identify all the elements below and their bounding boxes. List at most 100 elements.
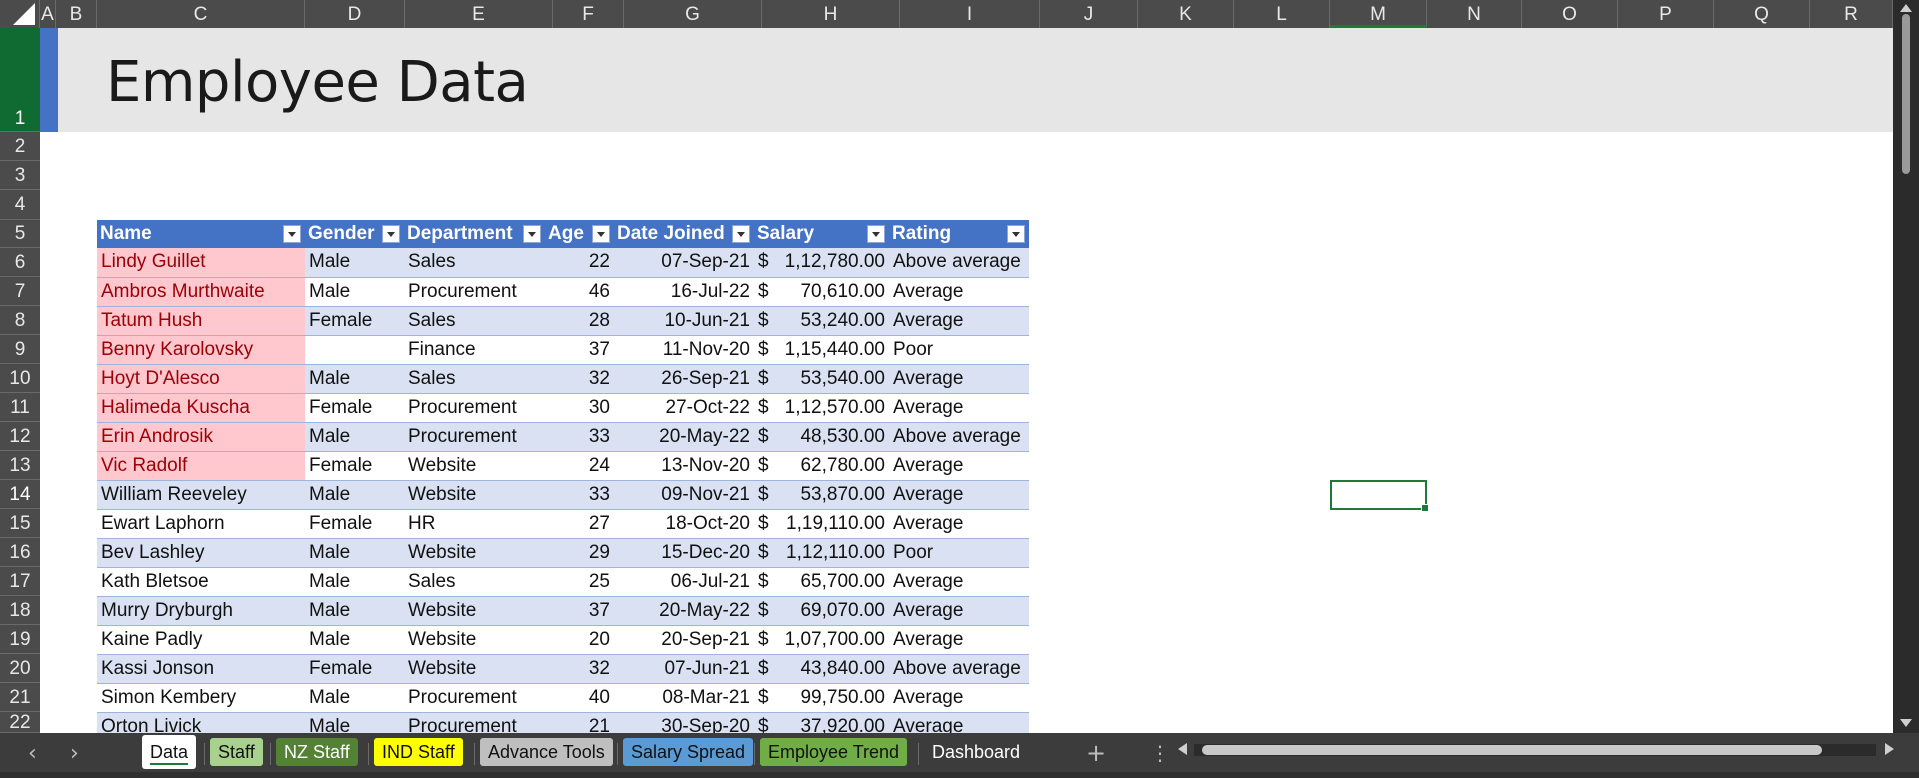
cell-department[interactable]: Sales bbox=[404, 248, 545, 278]
cell-gender[interactable]: Female bbox=[305, 509, 404, 539]
cell-gender[interactable]: Male bbox=[305, 538, 404, 568]
cell-gender[interactable]: Female bbox=[305, 451, 404, 481]
sheet-tab-dashboard[interactable]: Dashboard bbox=[924, 738, 1029, 766]
cell-date-joined[interactable]: 16-Jul-22 bbox=[614, 277, 754, 307]
row-header-7[interactable]: 7 bbox=[0, 277, 40, 306]
row-header-21[interactable]: 21 bbox=[0, 683, 40, 712]
cell-date-joined[interactable]: 15-Dec-20 bbox=[614, 538, 754, 568]
cell-salary[interactable]: $53,240.00 bbox=[754, 306, 889, 336]
filter-dropdown-icon[interactable] bbox=[732, 225, 750, 243]
column-header-f[interactable]: F bbox=[553, 0, 624, 28]
cell-department[interactable]: Website bbox=[404, 625, 545, 655]
header-rating[interactable]: Rating bbox=[889, 220, 1029, 248]
row-header-5[interactable]: 5 bbox=[0, 220, 40, 248]
cell-gender[interactable]: Male bbox=[305, 364, 404, 394]
scroll-up-arrow-icon[interactable] bbox=[1900, 4, 1912, 12]
cell-date-joined[interactable]: 09-Nov-21 bbox=[614, 480, 754, 510]
column-header-d[interactable]: D bbox=[305, 0, 405, 28]
cell-gender[interactable]: Male bbox=[305, 683, 404, 713]
cell-department[interactable]: Website bbox=[404, 596, 545, 626]
column-header-b[interactable]: B bbox=[56, 0, 97, 28]
row-header-13[interactable]: 13 bbox=[0, 451, 40, 480]
cell-salary[interactable]: $1,07,700.00 bbox=[754, 625, 889, 655]
sheet-tab-salary-spread[interactable]: Salary Spread bbox=[623, 738, 754, 766]
cell-age[interactable]: 37 bbox=[545, 335, 614, 365]
column-header-q[interactable]: Q bbox=[1714, 0, 1810, 28]
cell-department[interactable]: HR bbox=[404, 509, 545, 539]
add-sheet-icon[interactable]: + bbox=[1086, 739, 1106, 767]
header-age[interactable]: Age bbox=[545, 220, 614, 248]
column-header-p[interactable]: P bbox=[1618, 0, 1714, 28]
cell-gender[interactable]: Male bbox=[305, 480, 404, 510]
cell-department[interactable]: Website bbox=[404, 480, 545, 510]
column-header-m[interactable]: M bbox=[1330, 0, 1427, 28]
cell-salary[interactable]: $53,540.00 bbox=[754, 364, 889, 394]
cell-name[interactable]: Lindy Guillet bbox=[97, 248, 305, 278]
cell-gender[interactable]: Male bbox=[305, 625, 404, 655]
column-header-r[interactable]: R bbox=[1810, 0, 1893, 28]
cell-rating[interactable]: Average bbox=[889, 625, 1029, 655]
cell-date-joined[interactable]: 20-May-22 bbox=[614, 596, 754, 626]
column-header-g[interactable]: G bbox=[624, 0, 762, 28]
cell-salary[interactable]: $65,700.00 bbox=[754, 567, 889, 597]
cell-rating[interactable]: Average bbox=[889, 306, 1029, 336]
cell-date-joined[interactable]: 20-May-22 bbox=[614, 422, 754, 452]
row-header-11[interactable]: 11 bbox=[0, 393, 40, 422]
filter-dropdown-icon[interactable] bbox=[382, 225, 400, 243]
cell-rating[interactable]: Above average bbox=[889, 248, 1029, 278]
fill-handle[interactable] bbox=[1421, 504, 1429, 512]
row-header-19[interactable]: 19 bbox=[0, 625, 40, 654]
more-options-icon[interactable]: ⋮ bbox=[1150, 741, 1170, 765]
row-header-12[interactable]: 12 bbox=[0, 422, 40, 451]
cell-salary[interactable]: $1,12,110.00 bbox=[754, 538, 889, 568]
cell-salary[interactable]: $69,070.00 bbox=[754, 596, 889, 626]
cell-age[interactable]: 33 bbox=[545, 422, 614, 452]
prev-sheet-icon[interactable]: ‹ bbox=[28, 741, 37, 766]
cell-name[interactable]: Ewart Laphorn bbox=[97, 509, 305, 539]
cell-date-joined[interactable]: 08-Mar-21 bbox=[614, 683, 754, 713]
cell-rating[interactable]: Average bbox=[889, 683, 1029, 713]
header-name[interactable]: Name bbox=[97, 220, 305, 248]
row-header-14[interactable]: 14 bbox=[0, 480, 40, 509]
horizontal-scrollbar[interactable] bbox=[1176, 740, 1896, 760]
cell-salary[interactable]: $43,840.00 bbox=[754, 654, 889, 684]
cell-rating[interactable]: Above average bbox=[889, 422, 1029, 452]
cell-gender[interactable]: Male bbox=[305, 277, 404, 307]
column-header-i[interactable]: I bbox=[900, 0, 1040, 28]
cell-department[interactable]: Sales bbox=[404, 567, 545, 597]
cell-date-joined[interactable]: 20-Sep-21 bbox=[614, 625, 754, 655]
cell-date-joined[interactable]: 07-Jun-21 bbox=[614, 654, 754, 684]
cell-salary[interactable]: $99,750.00 bbox=[754, 683, 889, 713]
row-header-16[interactable]: 16 bbox=[0, 538, 40, 567]
row-header-18[interactable]: 18 bbox=[0, 596, 40, 625]
cell-date-joined[interactable]: 27-Oct-22 bbox=[614, 393, 754, 423]
column-header-o[interactable]: O bbox=[1522, 0, 1618, 28]
sheet-tab-advance-tools[interactable]: Advance Tools bbox=[480, 738, 613, 766]
cell-name[interactable]: Kassi Jonson bbox=[97, 654, 305, 684]
row-header-1[interactable]: 1 bbox=[0, 28, 40, 132]
filter-dropdown-icon[interactable] bbox=[1007, 225, 1025, 243]
cell-gender[interactable]: Male bbox=[305, 422, 404, 452]
cell-name[interactable]: Erin Androsik bbox=[97, 422, 305, 452]
sheet-tab-employee-trend[interactable]: Employee Trend bbox=[760, 738, 908, 766]
row-header-8[interactable]: 8 bbox=[0, 306, 40, 335]
row-header-9[interactable]: 9 bbox=[0, 335, 40, 364]
cell-date-joined[interactable]: 07-Sep-21 bbox=[614, 248, 754, 278]
cell-rating[interactable]: Average bbox=[889, 393, 1029, 423]
vertical-scrollbar[interactable] bbox=[1893, 0, 1919, 733]
cell-salary[interactable]: $53,870.00 bbox=[754, 480, 889, 510]
column-header-h[interactable]: H bbox=[762, 0, 900, 28]
row-header-3[interactable]: 3 bbox=[0, 161, 40, 190]
header-gender[interactable]: Gender bbox=[305, 220, 404, 248]
header-department[interactable]: Department bbox=[404, 220, 545, 248]
cell-age[interactable]: 25 bbox=[545, 567, 614, 597]
cell-age[interactable]: 22 bbox=[545, 248, 614, 278]
cell-gender[interactable]: Male bbox=[305, 567, 404, 597]
cell-age[interactable]: 24 bbox=[545, 451, 614, 481]
cell-department[interactable]: Website bbox=[404, 451, 545, 481]
cell-name[interactable]: Kath Bletsoe bbox=[97, 567, 305, 597]
cell-salary[interactable]: $70,610.00 bbox=[754, 277, 889, 307]
row-header-17[interactable]: 17 bbox=[0, 567, 40, 596]
vertical-scroll-thumb[interactable] bbox=[1902, 14, 1910, 174]
column-header-a[interactable]: A bbox=[40, 0, 56, 28]
